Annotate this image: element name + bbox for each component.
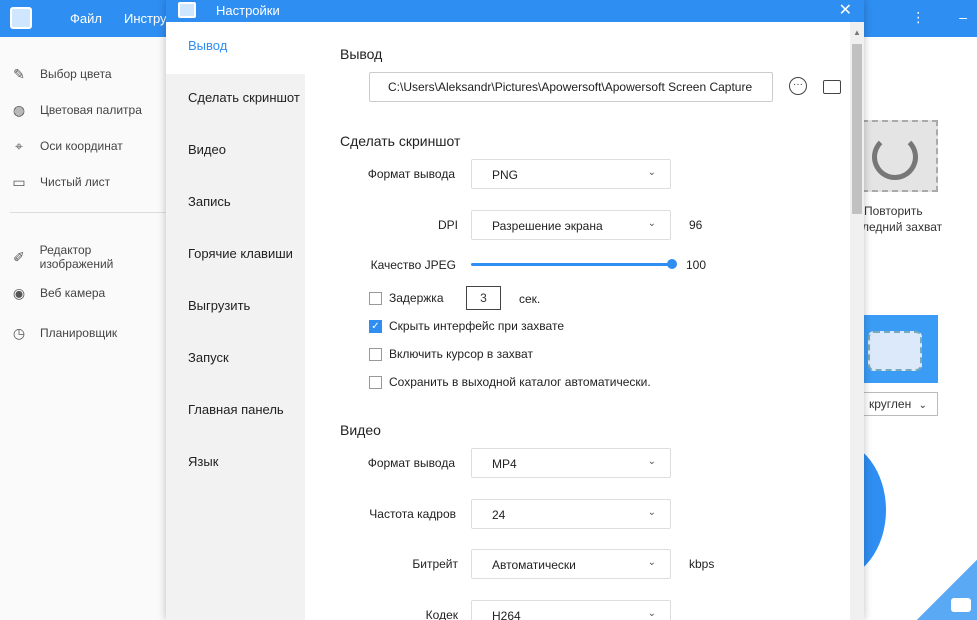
region-icon: [868, 331, 922, 371]
shape-select[interactable]: круглен ⌄: [862, 392, 938, 416]
last-capture-caption: ледний захват: [862, 220, 943, 234]
chevron-down-icon: ⌄: [918, 400, 927, 411]
sidebar-item-color-picker[interactable]: ✎ Выбор цвета: [10, 65, 111, 83]
folder-icon[interactable]: [823, 80, 841, 94]
delay-input[interactable]: 3: [466, 286, 501, 310]
dialog-title: Настройки: [216, 3, 280, 18]
dpi-value: 96: [689, 218, 703, 232]
bitrate-select[interactable]: Автоматически ⌄: [471, 549, 671, 579]
edit-icon: ✐: [12, 248, 25, 265]
dpi-select[interactable]: Разрешение экрана ⌄: [471, 210, 671, 240]
delay-unit: сек.: [519, 292, 541, 306]
sidebar-item-axes[interactable]: ⌖ Оси координат: [10, 137, 123, 155]
clock-icon: ◷: [12, 324, 26, 341]
monitor-icon: ▭: [12, 173, 26, 190]
dialog-titlebar: Настройки ✕: [166, 0, 864, 22]
nav-hotkeys[interactable]: Горячие клавиши: [166, 230, 305, 282]
close-icon[interactable]: ✕: [839, 0, 852, 20]
sidebar-item-palette[interactable]: ◍ Цветовая палитра: [10, 101, 142, 119]
hide-ui-label: Скрыть интерфейс при захвате: [389, 319, 564, 333]
delay-label: Задержка: [389, 291, 444, 305]
screenshot-section-title: Сделать скриншот: [340, 133, 461, 149]
screenshot-format-label: Формат вывода: [367, 167, 455, 181]
scrollbar-thumb[interactable]: [852, 44, 862, 214]
app-logo: [10, 7, 32, 29]
autosave-checkbox[interactable]: [369, 376, 382, 389]
sidebar-item-editor[interactable]: ✐ Редактор изображений: [10, 243, 166, 271]
settings-content: Вывод C:\Users\Aleksandr\Pictures\Apower…: [305, 22, 850, 620]
bitrate-unit: kbps: [689, 557, 715, 571]
settings-dialog: Настройки ✕ Вывод Сделать скриншот Видео…: [166, 0, 864, 620]
chevron-down-icon: ⌄: [647, 507, 656, 518]
chevron-down-icon: ⌄: [647, 218, 656, 229]
dpi-label: DPI: [437, 218, 458, 232]
video-format-select[interactable]: MP4 ⌄: [471, 448, 671, 478]
webcam-icon: ◉: [12, 284, 26, 301]
chevron-down-icon: ⌄: [647, 456, 656, 467]
video-corner[interactable]: [917, 560, 977, 620]
minimize-icon[interactable]: –: [959, 9, 967, 25]
chevron-down-icon: ⌄: [647, 608, 656, 619]
menu-tools[interactable]: Инстру: [124, 11, 167, 26]
jpeg-quality-label: Качество JPEG: [370, 258, 456, 272]
nav-main-panel[interactable]: Главная панель: [166, 386, 305, 438]
nav-upload[interactable]: Выгрузить: [166, 282, 305, 334]
repeat-caption: Повторить: [864, 204, 923, 218]
nav-startup[interactable]: Запуск: [166, 334, 305, 386]
delay-checkbox[interactable]: [369, 292, 382, 305]
include-cursor-label: Включить курсор в захват: [389, 347, 533, 361]
more-icon[interactable]: ⋮: [911, 9, 925, 26]
hide-ui-checkbox[interactable]: ✓: [369, 320, 382, 333]
include-cursor-checkbox[interactable]: [369, 348, 382, 361]
header-controls: ⋮ –: [881, 9, 967, 26]
screenshot-format-select[interactable]: PNG ⌄: [471, 159, 671, 189]
chevron-down-icon: ⌄: [647, 167, 656, 178]
pen-icon: ✎: [13, 65, 25, 82]
video-section-title: Видео: [340, 422, 381, 438]
fps-label: Частота кадров: [369, 507, 456, 521]
codec-select[interactable]: H264 ⌄: [471, 600, 671, 620]
sidebar-item-blank[interactable]: ▭ Чистый лист: [10, 173, 110, 191]
sidebar-divider: [10, 212, 166, 213]
settings-nav: Вывод Сделать скриншот Видео Запись Горя…: [166, 22, 305, 620]
rounded-capture-card[interactable]: [862, 315, 938, 383]
chevron-down-icon: ⌄: [647, 557, 656, 568]
camera-icon: [951, 598, 971, 612]
sidebar-item-webcam[interactable]: ◉ Веб камера: [10, 284, 105, 302]
nav-output[interactable]: Вывод: [166, 22, 305, 74]
palette-icon: ◍: [12, 101, 26, 118]
bitrate-label: Битрейт: [412, 557, 458, 571]
autosave-label: Сохранить в выходной каталог автоматичес…: [389, 375, 651, 389]
nav-record[interactable]: Запись: [166, 178, 305, 230]
video-format-label: Формат вывода: [367, 456, 455, 470]
nav-screenshot[interactable]: Сделать скриншот: [166, 74, 305, 126]
output-section-title: Вывод: [340, 46, 383, 62]
fps-select[interactable]: 24 ⌄: [471, 499, 671, 529]
scroll-up-icon[interactable]: ▲: [853, 28, 861, 37]
jpeg-quality-slider-handle[interactable]: [667, 259, 677, 269]
codec-label: Кодек: [425, 608, 458, 620]
app-icon: [178, 2, 196, 18]
nav-language[interactable]: Язык: [166, 438, 305, 490]
jpeg-quality-value: 100: [686, 258, 707, 272]
scrollbar[interactable]: ▲: [850, 22, 864, 620]
refresh-icon: [872, 134, 918, 180]
crosshair-icon: ⌖: [15, 137, 23, 154]
more-options-icon[interactable]: ···: [789, 77, 807, 95]
menu-file[interactable]: Файл: [70, 11, 102, 26]
app-sidebar: ✎ Выбор цвета ◍ Цветовая палитра ⌖ Оси коор…: [0, 37, 166, 620]
output-path-field[interactable]: C:\Users\Aleksandr\Pictures\Apowersoft\A…: [369, 72, 773, 102]
jpeg-quality-slider[interactable]: [471, 263, 671, 266]
repeat-capture-card[interactable]: [862, 120, 938, 192]
sidebar-item-scheduler[interactable]: ◷ Планировщик: [10, 324, 117, 342]
nav-video[interactable]: Видео: [166, 126, 305, 178]
